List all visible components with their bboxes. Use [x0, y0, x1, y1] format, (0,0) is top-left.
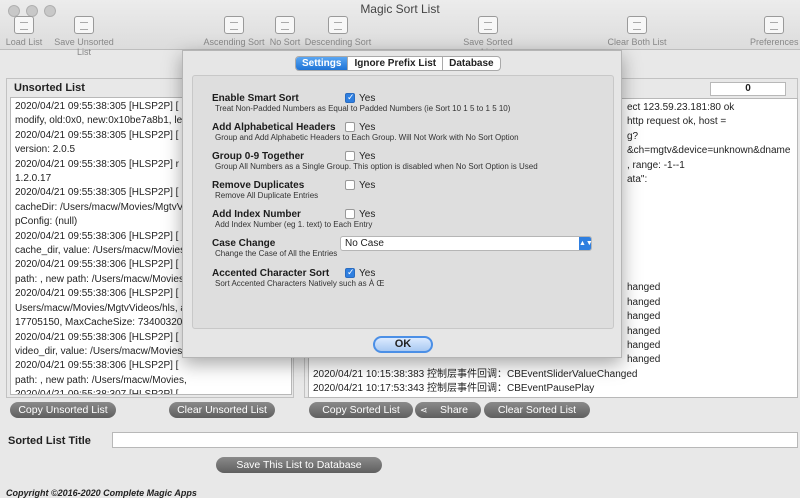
- sorted-line: hanged: [627, 354, 661, 366]
- preferences-label: Preferences: [750, 37, 799, 47]
- share-icon: ⋖: [420, 405, 428, 415]
- group-09-desc: Group All Numbers as a Single Group. Thi…: [215, 162, 538, 171]
- copy-sorted-button[interactable]: Copy Sorted List: [309, 402, 413, 418]
- no-sort-button[interactable]: No Sort: [268, 16, 302, 47]
- ok-button[interactable]: OK: [373, 336, 433, 353]
- chevron-updown-icon: ▲▼: [579, 237, 593, 250]
- alpha-headers-desc: Group and Add Alphabetic Headers to Each…: [215, 133, 519, 142]
- tools-icon: [764, 16, 784, 34]
- smart-sort-checkbox[interactable]: [345, 92, 355, 103]
- save-icon: [478, 16, 498, 34]
- remove-duplicates-title: Remove Duplicates: [212, 180, 305, 191]
- settings-sheet: Settings Ignore Prefix List Database Ena…: [182, 50, 622, 358]
- sorted-line: hanged: [627, 340, 661, 352]
- descending-sort-label: Descending Sort: [304, 37, 372, 47]
- remove-duplicates-yes: Yes: [359, 180, 376, 191]
- sorted-line: &ch=mgtv&device=unknown&dname: [627, 145, 791, 157]
- group-09-title: Group 0-9 Together: [212, 151, 305, 162]
- no-sort-label: No Sort: [269, 37, 301, 47]
- tab-database[interactable]: Database: [442, 57, 499, 70]
- ascending-sort-button[interactable]: Ascending Sort: [203, 16, 265, 47]
- remove-duplicates-checkbox[interactable]: [345, 180, 355, 190]
- save-unsorted-button[interactable]: Save Unsorted List: [46, 16, 122, 57]
- index-number-title: Add Index Number: [212, 209, 301, 220]
- group-09-yes: Yes: [359, 151, 376, 162]
- settings-tabs: Settings Ignore Prefix List Database: [295, 56, 501, 71]
- smart-sort-yes: Yes: [359, 93, 376, 104]
- sorted-list-title-label: Sorted List Title: [8, 435, 91, 447]
- alpha-headers-title: Add Alphabetical Headers: [212, 122, 336, 133]
- clear-both-button[interactable]: Clear Both List: [606, 16, 668, 47]
- tab-ignore-prefix-list[interactable]: Ignore Prefix List: [347, 57, 442, 70]
- sorted-line: ata":: [627, 174, 648, 186]
- case-change-value: No Case: [345, 238, 384, 249]
- clear-unsorted-button[interactable]: Clear Unsorted List: [169, 402, 275, 418]
- smart-sort-desc: Treat Non-Padded Numbers as Equal to Pad…: [215, 104, 511, 113]
- save-to-database-button[interactable]: Save This List to Database: [216, 457, 382, 473]
- tab-settings[interactable]: Settings: [296, 57, 348, 70]
- sorted-line: hanged: [627, 282, 661, 294]
- clear-both-label: Clear Both List: [607, 37, 667, 47]
- index-number-desc: Add Index Number (eg 1. text) to Each En…: [215, 220, 373, 229]
- sorted-line: 2020/04/21 10:15:38:383 控制层事件回调：CBEventS…: [313, 368, 638, 380]
- ascending-sort-label: Ascending Sort: [203, 37, 265, 47]
- case-change-desc: Change the Case of All the Entries: [215, 249, 338, 258]
- accented-sort-checkbox[interactable]: [345, 267, 355, 278]
- save-unsorted-label: Save Unsorted List: [54, 37, 114, 57]
- sorted-line: hanged: [627, 325, 661, 337]
- load-list-label: Load List: [5, 37, 43, 47]
- descending-sort-button[interactable]: Descending Sort: [304, 16, 372, 47]
- share-button[interactable]: ⋖ Share: [415, 402, 481, 418]
- unsorted-line: 2020/04/21 09:55:38:307 [HLSP2P] [: [15, 389, 179, 395]
- sorted-spacer: [627, 187, 793, 281]
- index-number-checkbox[interactable]: [345, 209, 355, 219]
- sorted-line: hanged: [627, 311, 661, 323]
- window-title: Magic Sort List: [360, 2, 440, 16]
- trash-icon: [627, 16, 647, 34]
- unsorted-line: path: , new path: /Users/macw/Movies,: [15, 374, 187, 386]
- smart-sort-title: Enable Smart Sort: [212, 93, 299, 104]
- load-list-button[interactable]: Load List: [5, 16, 43, 47]
- sorted-line: , range: -1--1: [627, 159, 685, 171]
- remove-duplicates-desc: Remove All Duplicate Entries: [215, 191, 319, 200]
- sorted-line: hanged: [627, 296, 661, 308]
- accented-sort-desc: Sort Accented Characters Natively such a…: [215, 279, 385, 288]
- group-09-checkbox[interactable]: [345, 151, 355, 161]
- no-sort-icon: [275, 16, 295, 34]
- sort-descending-icon: [328, 16, 348, 34]
- document-icon: [14, 16, 34, 34]
- case-change-title: Case Change: [212, 238, 276, 249]
- alpha-headers-checkbox[interactable]: [345, 122, 355, 132]
- sorted-line: g?: [627, 130, 639, 142]
- sorted-line: ect 123.59.23.181:80 ok: [627, 102, 735, 113]
- case-change-select[interactable]: No Case ▲▼: [340, 236, 593, 251]
- clear-sorted-button[interactable]: Clear Sorted List: [484, 402, 590, 418]
- copyright-text: Copyright ©2016-2020 Complete Magic Apps: [6, 488, 197, 498]
- window-titlebar: Magic Sort List Load List Save Unsorted …: [0, 0, 800, 57]
- alpha-headers-yes: Yes: [359, 122, 376, 133]
- index-number-yes: Yes: [359, 209, 376, 220]
- copy-unsorted-button[interactable]: Copy Unsorted List: [10, 402, 116, 418]
- sorted-line: http request ok, host =: [627, 116, 727, 128]
- accented-sort-yes: Yes: [359, 268, 376, 279]
- accented-sort-title: Accented Character Sort: [212, 268, 330, 279]
- settings-panel: Enable Smart Sort Treat Non-Padded Numbe…: [192, 75, 614, 329]
- sort-ascending-icon: [224, 16, 244, 34]
- sorted-line: 2020/04/21 10:17:53:343 控制层事件回调：CBEventP…: [313, 383, 595, 395]
- preferences-button[interactable]: Preferences: [750, 16, 799, 47]
- save-icon: [74, 16, 94, 34]
- share-label: Share: [439, 404, 469, 416]
- unsorted-line: 2020/04/21 09:55:38:306 [HLSP2P] [: [15, 360, 179, 372]
- sorted-count: 0: [710, 82, 786, 96]
- sorted-list-title-input[interactable]: [112, 432, 798, 448]
